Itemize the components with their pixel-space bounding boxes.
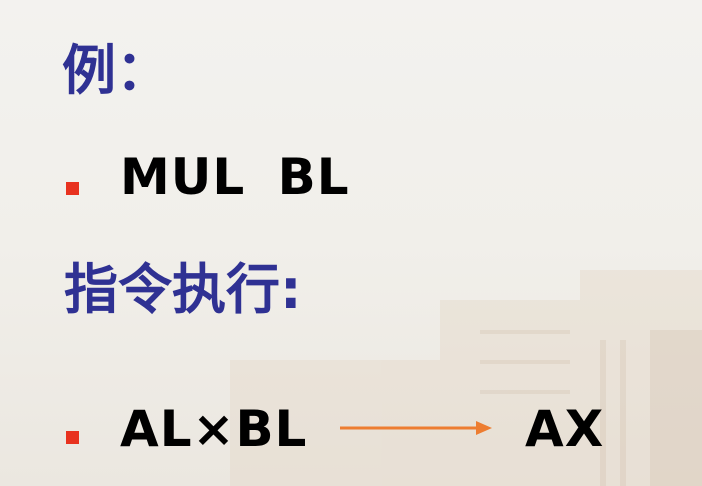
- example-heading: 例：: [62, 39, 170, 102]
- operation-result: AX: [525, 400, 605, 458]
- bullet-marker: [66, 182, 79, 195]
- operation-expression: AL×BL: [120, 400, 308, 458]
- execution-heading: 指令执行:: [64, 258, 302, 321]
- bullet-marker: [66, 431, 79, 444]
- instruction-text: MUL BL: [120, 148, 350, 206]
- right-arrow-icon: [340, 421, 492, 435]
